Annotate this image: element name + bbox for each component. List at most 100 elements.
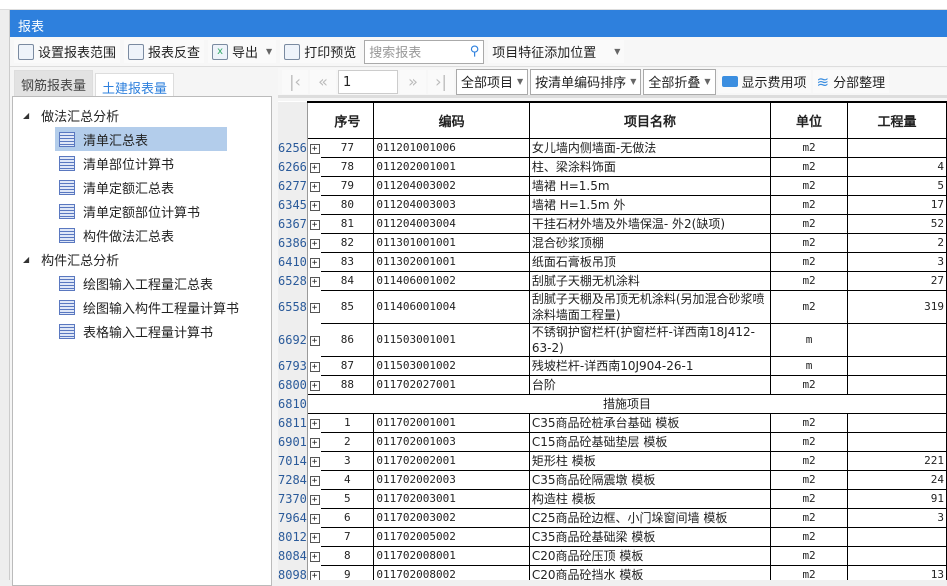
plus-icon[interactable]: + bbox=[309, 336, 320, 346]
filter-dropdown[interactable]: 全部项目 ▼ bbox=[456, 68, 529, 95]
plus-icon[interactable]: + bbox=[309, 362, 320, 372]
expand-toggle[interactable]: + bbox=[307, 546, 321, 565]
table-row[interactable]: 7964 + 6 011702003002 C25商品砼边框、小门垛窗间墙 模板… bbox=[278, 507, 947, 528]
set-range-button[interactable]: 设置报表范围 bbox=[14, 40, 121, 63]
plus-icon[interactable]: + bbox=[309, 552, 320, 562]
expand-toggle[interactable]: + bbox=[307, 290, 321, 323]
table-row[interactable]: 6256 + 77 011201001006 女儿墙内侧墙面-无做法 m2 bbox=[278, 137, 947, 158]
tree-item[interactable]: 清单汇总表 bbox=[55, 127, 227, 151]
print-preview-button[interactable]: 打印预览 bbox=[280, 40, 361, 63]
table-row[interactable]: 6793 + 87 011503001002 残坡栏杆-详西南10J904-26… bbox=[278, 355, 947, 376]
export-button[interactable]: x 导出 ▼ bbox=[208, 40, 277, 63]
cell-unit: m2 bbox=[770, 431, 849, 452]
plus-icon[interactable]: + bbox=[309, 571, 320, 580]
table-row[interactable]: 6811 + 1 011702001001 C35商品砼桩承台基础 模板 m2 bbox=[278, 412, 947, 433]
cell-name: C15商品砼基础垫层 模板 bbox=[528, 431, 772, 452]
plus-icon[interactable]: + bbox=[309, 380, 320, 391]
collapse-triangle-icon[interactable]: ◢ bbox=[23, 111, 29, 120]
table-row[interactable]: 6528 + 84 011406001002 刮腻子天棚无机涂料 m2 27 bbox=[278, 270, 947, 291]
page-input[interactable]: 1 bbox=[338, 69, 398, 94]
table-row[interactable]: 6410 + 83 011302001001 纸面石膏板吊顶 m2 3 bbox=[278, 251, 947, 272]
plus-icon[interactable]: + bbox=[309, 182, 320, 192]
fold-dropdown[interactable]: 全部折叠 ▼ bbox=[643, 68, 716, 95]
tree-item[interactable]: 清单定额汇总表 bbox=[55, 175, 227, 199]
tree-group-component-summary[interactable]: ◢ 构件汇总分析 bbox=[13, 247, 271, 271]
expand-toggle[interactable]: + bbox=[307, 508, 321, 527]
table-row[interactable]: 6277 + 79 011204003002 墙裙 H=1.5m m2 5 bbox=[278, 175, 947, 196]
plus-icon[interactable]: + bbox=[309, 495, 320, 505]
expand-toggle[interactable]: + bbox=[307, 214, 321, 233]
plus-icon[interactable]: + bbox=[309, 220, 320, 230]
expand-toggle[interactable]: + bbox=[307, 356, 321, 375]
plus-icon[interactable]: + bbox=[309, 163, 320, 173]
cell-name: 女儿墙内侧墙面-无做法 bbox=[528, 137, 772, 158]
plus-icon[interactable]: + bbox=[309, 514, 320, 524]
sort-dropdown[interactable]: 按清单编码排序 ▼ bbox=[530, 68, 642, 95]
table-row[interactable]: 8098 + 9 011702008002 C20商品砼挡水 模板 m2 13 bbox=[278, 564, 947, 580]
expand-toggle[interactable]: + bbox=[307, 252, 321, 271]
table-row[interactable]: 6800 + 88 011702027001 台阶 m2 bbox=[278, 374, 947, 395]
table-row[interactable]: 6692 + 86 011503001001 不锈钢护窗栏杆(护窗栏杆-详西南1… bbox=[278, 322, 947, 357]
plus-icon[interactable]: + bbox=[309, 438, 320, 448]
tab-civil-report[interactable]: 土建报表量 bbox=[95, 73, 175, 98]
expand-toggle[interactable]: + bbox=[307, 157, 321, 176]
table-row[interactable]: 6386 + 82 011301001001 混合砂浆顶棚 m2 2 bbox=[278, 232, 947, 253]
tree-item[interactable]: 绘图输入构件工程量计算书 bbox=[55, 295, 239, 319]
expand-toggle[interactable]: + bbox=[307, 375, 321, 394]
table-row[interactable]: 6266 + 78 011202001001 柱、梁涂料饰面 m2 4 bbox=[278, 156, 947, 177]
table-row[interactable]: 6901 + 2 011702001003 C15商品砼基础垫层 模板 m2 bbox=[278, 431, 947, 452]
expand-toggle[interactable]: + bbox=[307, 323, 321, 356]
table-row[interactable]: 8012 + 7 011702005002 C35商品砼基础梁 模板 m2 bbox=[278, 526, 947, 547]
plus-icon[interactable]: + bbox=[309, 144, 320, 155]
section-row[interactable]: 6810 措施项目 bbox=[278, 393, 947, 414]
table-row[interactable]: 6558 + 85 011406001004 刮腻子天棚及吊顶无机涂料(另加混合… bbox=[278, 289, 947, 324]
table-row[interactable]: 7284 + 4 011702002003 C35商品砼隔震墩 模板 m2 24 bbox=[278, 469, 947, 490]
expand-toggle[interactable]: + bbox=[307, 565, 321, 580]
tree-item[interactable]: 绘图输入工程量汇总表 bbox=[55, 271, 227, 295]
plus-icon[interactable]: + bbox=[309, 457, 320, 467]
tree-item[interactable]: 清单部位计算书 bbox=[55, 151, 227, 175]
section-arrange-button[interactable]: ≋ 分部整理 bbox=[812, 70, 890, 93]
cell-code: 011702002001 bbox=[373, 450, 530, 471]
reverse-check-button[interactable]: 报表反查 bbox=[124, 40, 205, 63]
prev-page-button[interactable]: « bbox=[310, 69, 336, 94]
table-row[interactable]: 6367 + 81 011204003004 干挂石材外墙及外墙保温- 外2(缺… bbox=[278, 213, 947, 234]
expand-toggle[interactable]: + bbox=[307, 470, 321, 489]
plus-icon[interactable]: + bbox=[309, 239, 320, 249]
expand-toggle[interactable]: + bbox=[307, 489, 321, 508]
expand-toggle[interactable]: + bbox=[307, 527, 321, 546]
expand-toggle[interactable]: + bbox=[307, 271, 321, 290]
table-row[interactable]: 6345 + 80 011204003003 墙裙 H=1.5m 外 m2 17 bbox=[278, 194, 947, 215]
tree-item[interactable]: 清单定额部位计算书 bbox=[55, 199, 227, 223]
last-page-button[interactable]: ›| bbox=[428, 69, 454, 94]
first-page-button[interactable]: |‹ bbox=[282, 69, 308, 94]
plus-icon[interactable]: + bbox=[309, 303, 320, 313]
plus-icon[interactable]: + bbox=[309, 476, 320, 486]
table-row[interactable]: 8084 + 8 011702008001 C20商品砼压顶 模板 m2 bbox=[278, 545, 947, 566]
collapse-triangle-icon[interactable]: ◢ bbox=[23, 255, 29, 264]
expand-toggle[interactable]: + bbox=[307, 233, 321, 252]
tab-rebar-report[interactable]: 钢筋报表量 bbox=[14, 70, 94, 98]
line-number: 6793 bbox=[278, 356, 308, 375]
plus-icon[interactable]: + bbox=[309, 201, 320, 211]
plus-icon[interactable]: + bbox=[309, 419, 320, 430]
feature-position-dropdown[interactable]: 项目特征添加位置 ▼ bbox=[488, 40, 625, 63]
table-row[interactable]: 7014 + 3 011702002001 矩形柱 模板 m2 221 bbox=[278, 450, 947, 471]
tree-group-method-summary[interactable]: ◢ 做法汇总分析 bbox=[13, 103, 271, 127]
tree-item[interactable]: 表格输入工程量计算书 bbox=[55, 319, 227, 343]
plus-icon[interactable]: + bbox=[309, 277, 320, 287]
show-fee-button[interactable]: 显示费用项 bbox=[717, 70, 811, 93]
expand-toggle[interactable]: + bbox=[307, 176, 321, 195]
plus-icon[interactable]: + bbox=[309, 258, 320, 268]
expand-toggle[interactable]: + bbox=[307, 138, 321, 157]
expand-toggle[interactable]: + bbox=[307, 413, 321, 432]
line-number: 8098 bbox=[278, 565, 308, 580]
expand-toggle[interactable]: + bbox=[307, 195, 321, 214]
plus-icon[interactable]: + bbox=[309, 533, 320, 543]
tree-item[interactable]: 构件做法汇总表 bbox=[55, 223, 227, 247]
table-row[interactable]: 7370 + 5 011702003001 构造柱 模板 m2 91 bbox=[278, 488, 947, 509]
expand-toggle[interactable]: + bbox=[307, 432, 321, 451]
search-input[interactable]: 搜索报表 ⚲ bbox=[364, 39, 485, 64]
next-page-button[interactable]: » bbox=[400, 69, 426, 94]
expand-toggle[interactable]: + bbox=[307, 451, 321, 470]
